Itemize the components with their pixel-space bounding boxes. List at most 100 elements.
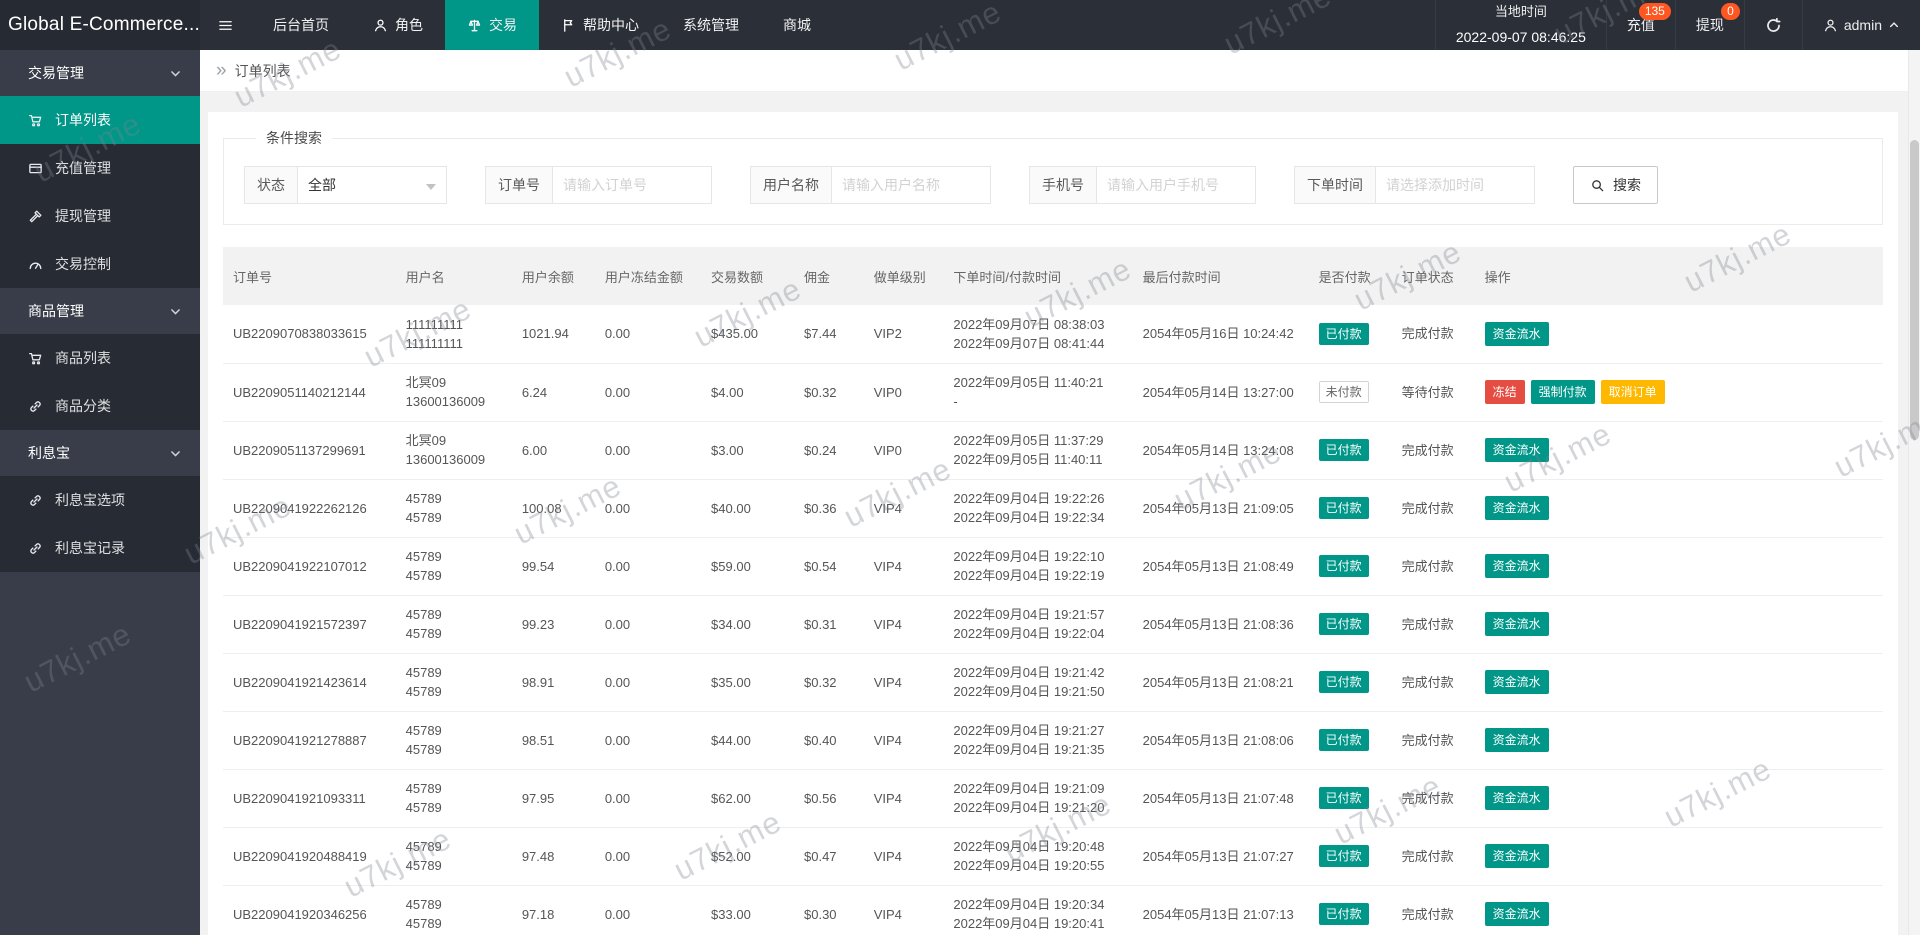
- user-cell: 45789 45789: [395, 769, 512, 828]
- username-input[interactable]: [831, 166, 991, 204]
- commission-cell: $7.44: [794, 305, 864, 364]
- recharge-button[interactable]: 充值 135: [1605, 0, 1675, 50]
- last-pay-time-cell: 2054年05月13日 21:08:06: [1132, 711, 1309, 770]
- withdraw-label: 提现: [1695, 17, 1724, 33]
- local-time-value: 2022-09-07 08:46:25: [1455, 29, 1586, 46]
- user-cell: 45789 45789: [395, 479, 512, 538]
- scrollbar-thumb[interactable]: [1910, 140, 1919, 440]
- search-panel-legend: 条件搜索: [266, 130, 322, 146]
- level-cell: VIP4: [863, 827, 944, 886]
- sidebar-item-商品列表[interactable]: 商品列表: [0, 334, 200, 382]
- sidebar-item-提现管理[interactable]: 提现管理: [0, 192, 200, 240]
- pay-status-badge: 已付款: [1318, 729, 1369, 751]
- sidebar-item-商品分类[interactable]: 商品分类: [0, 382, 200, 430]
- sidebar-item-label: 商品列表: [55, 350, 111, 366]
- sidebar-item-利息宝选项[interactable]: 利息宝选项: [0, 476, 200, 524]
- balance-cell: 97.18: [511, 885, 595, 935]
- pay-status-badge: 已付款: [1318, 322, 1369, 345]
- order-time-cell: 2022年09月04日 19:20:48 2022年09月04日 19:20:55: [943, 827, 1133, 886]
- sidebar-item-订单列表[interactable]: 订单列表: [0, 96, 200, 144]
- pay-status-cell: 已付款: [1308, 885, 1392, 935]
- action-button-资金流水[interactable]: 资金流水: [1484, 321, 1549, 346]
- phone-label: 手机号: [1029, 166, 1096, 204]
- pay-status-badge: 已付款: [1318, 845, 1369, 867]
- search-button[interactable]: 搜索: [1573, 166, 1658, 204]
- pay-status-cell: 已付款: [1308, 479, 1392, 538]
- amount-cell: $3.00: [701, 421, 794, 480]
- action-button-资金流水[interactable]: 资金流水: [1484, 612, 1549, 636]
- action-button-资金流水[interactable]: 资金流水: [1484, 670, 1549, 694]
- column-header: 交易数额: [701, 247, 794, 305]
- action-button-取消订单[interactable]: 取消订单: [1600, 380, 1665, 404]
- nav-item-交易[interactable]: 交易: [445, 0, 539, 50]
- frozen-cell: 0.00: [594, 305, 702, 364]
- sidebar-item-label: 提现管理: [55, 208, 111, 224]
- status-select[interactable]: 全部: [297, 166, 447, 204]
- level-cell: VIP0: [863, 363, 944, 422]
- action-button-强制付款[interactable]: 强制付款: [1530, 380, 1595, 404]
- action-button-资金流水[interactable]: 资金流水: [1484, 786, 1549, 810]
- status-filter: 状态 全部: [244, 166, 447, 204]
- frozen-cell: 0.00: [594, 421, 702, 480]
- actions-cell: 资金流水: [1474, 537, 1883, 596]
- vertical-scrollbar: [1908, 50, 1920, 935]
- sidebar-item-交易控制[interactable]: 交易控制: [0, 240, 200, 288]
- order-time-cell: 2022年09月07日 08:38:03 2022年09月07日 08:41:44: [943, 305, 1133, 364]
- user-cell: 北冥09 13600136009: [395, 421, 512, 480]
- sidebar-toggle-button[interactable]: [200, 0, 251, 50]
- nav-item-帮助中心[interactable]: 帮助中心: [539, 0, 661, 50]
- amount-cell: $59.00: [701, 537, 794, 596]
- hamburger-icon: [218, 18, 233, 33]
- sidebar-item-充值管理[interactable]: 充值管理: [0, 144, 200, 192]
- amount-cell: $35.00: [701, 653, 794, 712]
- refresh-button[interactable]: [1743, 0, 1802, 50]
- amount-cell: $435.00: [701, 305, 794, 364]
- column-header: 是否付款: [1308, 247, 1392, 305]
- nav-item-角色[interactable]: 角色: [351, 0, 445, 50]
- user-cell: 45789 45789: [395, 885, 512, 935]
- sidebar-group-商品管理[interactable]: 商品管理: [0, 288, 200, 334]
- nav-item-商城[interactable]: 商城: [761, 0, 833, 50]
- frozen-cell: 0.00: [594, 769, 702, 828]
- order-time-input[interactable]: [1375, 166, 1535, 204]
- action-button-资金流水[interactable]: 资金流水: [1484, 438, 1549, 462]
- action-button-资金流水[interactable]: 资金流水: [1484, 496, 1549, 520]
- sidebar-group-利息宝[interactable]: 利息宝: [0, 430, 200, 476]
- actions-cell: 资金流水: [1474, 595, 1883, 654]
- action-button-资金流水[interactable]: 资金流水: [1484, 728, 1549, 752]
- orders-table: 订单号 用户名 用户余额 用户冻结金额 交易数额 佣金 做单级别 下单时间/付款时间 最后付款时…: [223, 247, 1883, 935]
- order-no-input[interactable]: [552, 166, 712, 204]
- order-time-cell: 2022年09月04日 19:21:09 2022年09月04日 19:21:20: [943, 769, 1133, 828]
- search-panel: 条件搜索 状态 全部 订单号 用户名称: [223, 128, 1883, 225]
- user-icon: [373, 18, 388, 33]
- nav-item-label: 角色: [395, 17, 423, 33]
- withdraw-button[interactable]: 提现 0: [1674, 0, 1744, 50]
- sidebar-group-label: 商品管理: [28, 303, 84, 319]
- commission-cell: $0.24: [794, 421, 864, 480]
- pay-status-badge: 已付款: [1318, 787, 1369, 809]
- action-button-资金流水[interactable]: 资金流水: [1484, 554, 1549, 578]
- sidebar-item-利息宝记录[interactable]: 利息宝记录: [0, 524, 200, 572]
- pay-status-cell: 已付款: [1308, 537, 1392, 596]
- balance-cell: 6.24: [511, 363, 595, 422]
- action-button-资金流水[interactable]: 资金流水: [1484, 844, 1549, 868]
- commission-cell: $0.32: [794, 363, 864, 422]
- action-button-冻结[interactable]: 冻结: [1484, 380, 1525, 404]
- last-pay-time-cell: 2054年05月13日 21:07:27: [1132, 827, 1309, 886]
- local-time: 当地时间 2022-09-07 08:46:25: [1434, 0, 1606, 50]
- actions-cell: 资金流水: [1474, 653, 1883, 712]
- balance-cell: 100.08: [511, 479, 595, 538]
- sidebar-group-交易管理[interactable]: 交易管理: [0, 50, 200, 96]
- sidebar-item-label: 利息宝选项: [55, 492, 125, 508]
- phone-input[interactable]: [1096, 166, 1256, 204]
- user-menu[interactable]: admin: [1801, 0, 1920, 50]
- column-header: 用户冻结金额: [594, 247, 702, 305]
- actions-cell: 资金流水: [1474, 827, 1883, 886]
- sidebar: 交易管理 订单列表 充值管理提现管理交易控制商品管理商品列表商品分类 利息宝利息宝选项…: [0, 50, 200, 935]
- nav-item-后台首页[interactable]: 后台首页: [251, 0, 351, 50]
- nav-item-系统管理[interactable]: 系统管理: [661, 0, 761, 50]
- action-button-资金流水[interactable]: 资金流水: [1484, 902, 1549, 926]
- table-row: UB2209041920488419 45789 45789 97.48 0.00 $52…: [223, 827, 1883, 886]
- pay-status-cell: 已付款: [1308, 653, 1392, 712]
- frozen-cell: 0.00: [594, 885, 702, 935]
